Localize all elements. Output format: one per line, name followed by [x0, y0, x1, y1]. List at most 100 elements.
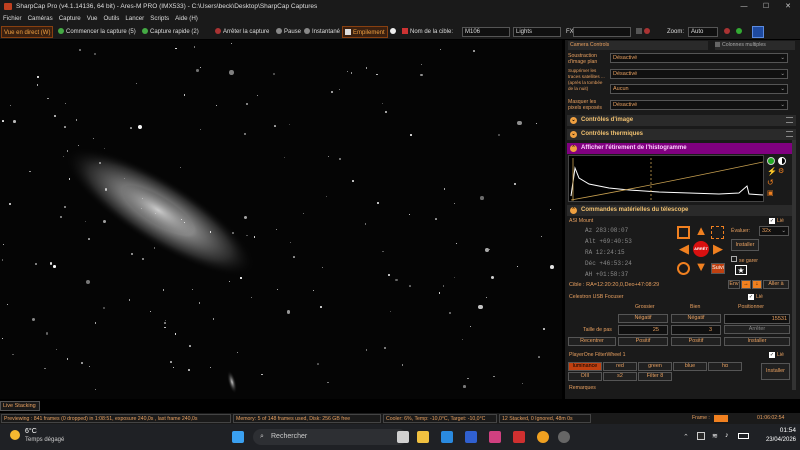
clock-time[interactable]: 01:54: [760, 427, 796, 434]
filter-8[interactable]: Filter 8: [638, 372, 672, 381]
menu-tools[interactable]: Outils: [103, 13, 119, 25]
hardware-header[interactable]: ⌃ Commandes matérielles du télescope: [567, 205, 796, 216]
edge-icon[interactable]: [441, 431, 453, 443]
photos-icon[interactable]: [489, 431, 501, 443]
stack-button[interactable]: Empilement: [342, 26, 388, 38]
info-icon[interactable]: [767, 157, 775, 165]
histogram-header[interactable]: ⌃ Afficher l'étirement de l'histogramme: [567, 143, 796, 154]
env-button[interactable]: Env: [728, 280, 740, 289]
pen-icon[interactable]: [752, 26, 764, 38]
mount-install-button[interactable]: Installer: [731, 239, 759, 251]
wifi-icon[interactable]: ≋: [712, 432, 718, 440]
image-preview[interactable]: [0, 40, 562, 399]
menu-view[interactable]: Vue: [87, 13, 98, 25]
close-button[interactable]: ✕: [778, 0, 798, 13]
pause-button[interactable]: Pause: [274, 26, 303, 38]
record-dot-icon[interactable]: [388, 26, 400, 38]
live-stacking-tab[interactable]: Live Stacking: [0, 401, 40, 411]
filter-red[interactable]: red: [603, 362, 637, 371]
zoom-select[interactable]: Auto: [688, 27, 718, 37]
goto-button[interactable]: Aller à: [763, 280, 789, 289]
minimize-button[interactable]: —: [734, 0, 754, 13]
frame-type-select[interactable]: Lights: [513, 27, 561, 37]
start-capture-button[interactable]: Commencer la capture (5): [56, 26, 138, 38]
lightning-icon[interactable]: ⚡: [767, 168, 777, 176]
mount-linked-checkbox[interactable]: ✓ Lié: [769, 218, 784, 224]
east-arrow-button[interactable]: ▶: [711, 242, 725, 256]
save-icon[interactable]: ▣: [767, 190, 775, 198]
north-arrow-button[interactable]: ▲: [694, 224, 708, 238]
west-arrow-button[interactable]: ◀: [677, 242, 691, 256]
filter-blue[interactable]: blue: [673, 362, 707, 371]
crosshair-icon[interactable]: [722, 26, 734, 38]
filter-linked-checkbox[interactable]: ✓ Lié: [769, 352, 784, 358]
search-box[interactable]: ⌕ Rechercher: [253, 429, 407, 445]
arrow-down-icon[interactable]: ↓: [752, 280, 762, 289]
target-input[interactable]: M106: [462, 27, 510, 37]
lock-icon[interactable]: ⚙: [778, 168, 786, 176]
overlay-icon[interactable]: [734, 26, 746, 38]
filter-ha[interactable]: hα: [708, 362, 742, 371]
menu-capture[interactable]: Capture: [59, 13, 81, 25]
spiral-icon[interactable]: [677, 226, 690, 239]
filter-install-button[interactable]: Installer: [761, 363, 790, 380]
live-view-button[interactable]: Vue en direct (W): [1, 26, 54, 38]
fine-negative-button[interactable]: Négatif: [671, 314, 721, 323]
stop-capture-button[interactable]: Arrêter la capture: [213, 26, 271, 38]
menu-icon[interactable]: [786, 117, 793, 123]
coarse-positive-button[interactable]: Positif: [618, 337, 668, 346]
chevron-up-icon[interactable]: ⌃: [683, 433, 689, 441]
menu-launch[interactable]: Lancer: [125, 13, 144, 25]
multi-column-toggle[interactable]: Colonnes multiples: [715, 41, 795, 50]
contrast-icon[interactable]: [778, 157, 786, 165]
store-icon[interactable]: [465, 431, 477, 443]
panel-scrollbar[interactable]: [792, 140, 796, 390]
filter-oiii[interactable]: OIII: [568, 372, 602, 381]
rate-select[interactable]: 32x ⌄: [759, 226, 789, 236]
frame-icon[interactable]: [711, 226, 724, 239]
reset-icon[interactable]: ↺: [767, 179, 775, 187]
park-checkbox[interactable]: se garer: [731, 256, 758, 264]
filter-green[interactable]: green: [638, 362, 672, 371]
menu-cameras[interactable]: Caméras: [28, 13, 53, 25]
fine-positive-button[interactable]: Positif: [671, 337, 721, 346]
weather-desc[interactable]: Temps dégagé: [25, 437, 64, 443]
task-view-icon[interactable]: [397, 431, 409, 443]
coarse-step-input[interactable]: 25: [618, 325, 668, 335]
menu-scripts[interactable]: Scripts: [150, 13, 169, 25]
subtraction-select[interactable]: Désactivé ⌄: [610, 53, 788, 63]
battery-icon[interactable]: [738, 433, 749, 439]
speaker-icon[interactable]: ♪: [725, 432, 729, 439]
tray-app-icon[interactable]: [697, 432, 705, 440]
display-tools-icon[interactable]: [634, 26, 654, 38]
arrow-right-icon[interactable]: →: [741, 280, 751, 289]
weather-icon[interactable]: [10, 430, 20, 440]
track-button[interactable]: Suivi: [711, 263, 725, 274]
maximize-button[interactable]: ☐: [756, 0, 776, 13]
fx-select[interactable]: [573, 27, 631, 37]
app-icon-taskbar[interactable]: [558, 431, 570, 443]
focuser-install-button[interactable]: Installer: [724, 337, 790, 346]
histogram-chart[interactable]: [568, 155, 764, 202]
mask-select[interactable]: Désactivé ⌄: [610, 100, 788, 110]
coarse-negative-button[interactable]: Négatif: [618, 314, 668, 323]
focuser-stop-button[interactable]: Arrêter: [724, 325, 790, 334]
snapshot-button[interactable]: Instantané: [302, 26, 342, 38]
focuser-linked-checkbox[interactable]: ✓ Lié: [748, 294, 763, 300]
recenter-button[interactable]: Recentrer: [568, 337, 616, 346]
image-controls-header[interactable]: ⌄ Contrôles d'image: [567, 115, 796, 126]
menu-icon[interactable]: [786, 131, 793, 137]
weather-temp[interactable]: 6°C: [25, 428, 37, 435]
menu-file[interactable]: Fichier: [3, 13, 22, 25]
quick-capture-button[interactable]: Capture rapide (2): [140, 26, 201, 38]
filter-s2[interactable]: s2: [603, 372, 637, 381]
filter-luminance[interactable]: luminance: [568, 362, 602, 371]
star-icon[interactable]: ★: [735, 265, 747, 275]
south-arrow-button[interactable]: ▼: [694, 260, 708, 274]
file-explorer-icon[interactable]: [417, 431, 429, 443]
start-icon[interactable]: [232, 431, 244, 443]
position-input[interactable]: 15531: [724, 314, 790, 324]
satellite-select[interactable]: Désactivé ⌄: [610, 69, 788, 79]
menu-help[interactable]: Aide (H): [175, 13, 198, 25]
stop-mount-button[interactable]: ARRÊT: [693, 241, 709, 257]
